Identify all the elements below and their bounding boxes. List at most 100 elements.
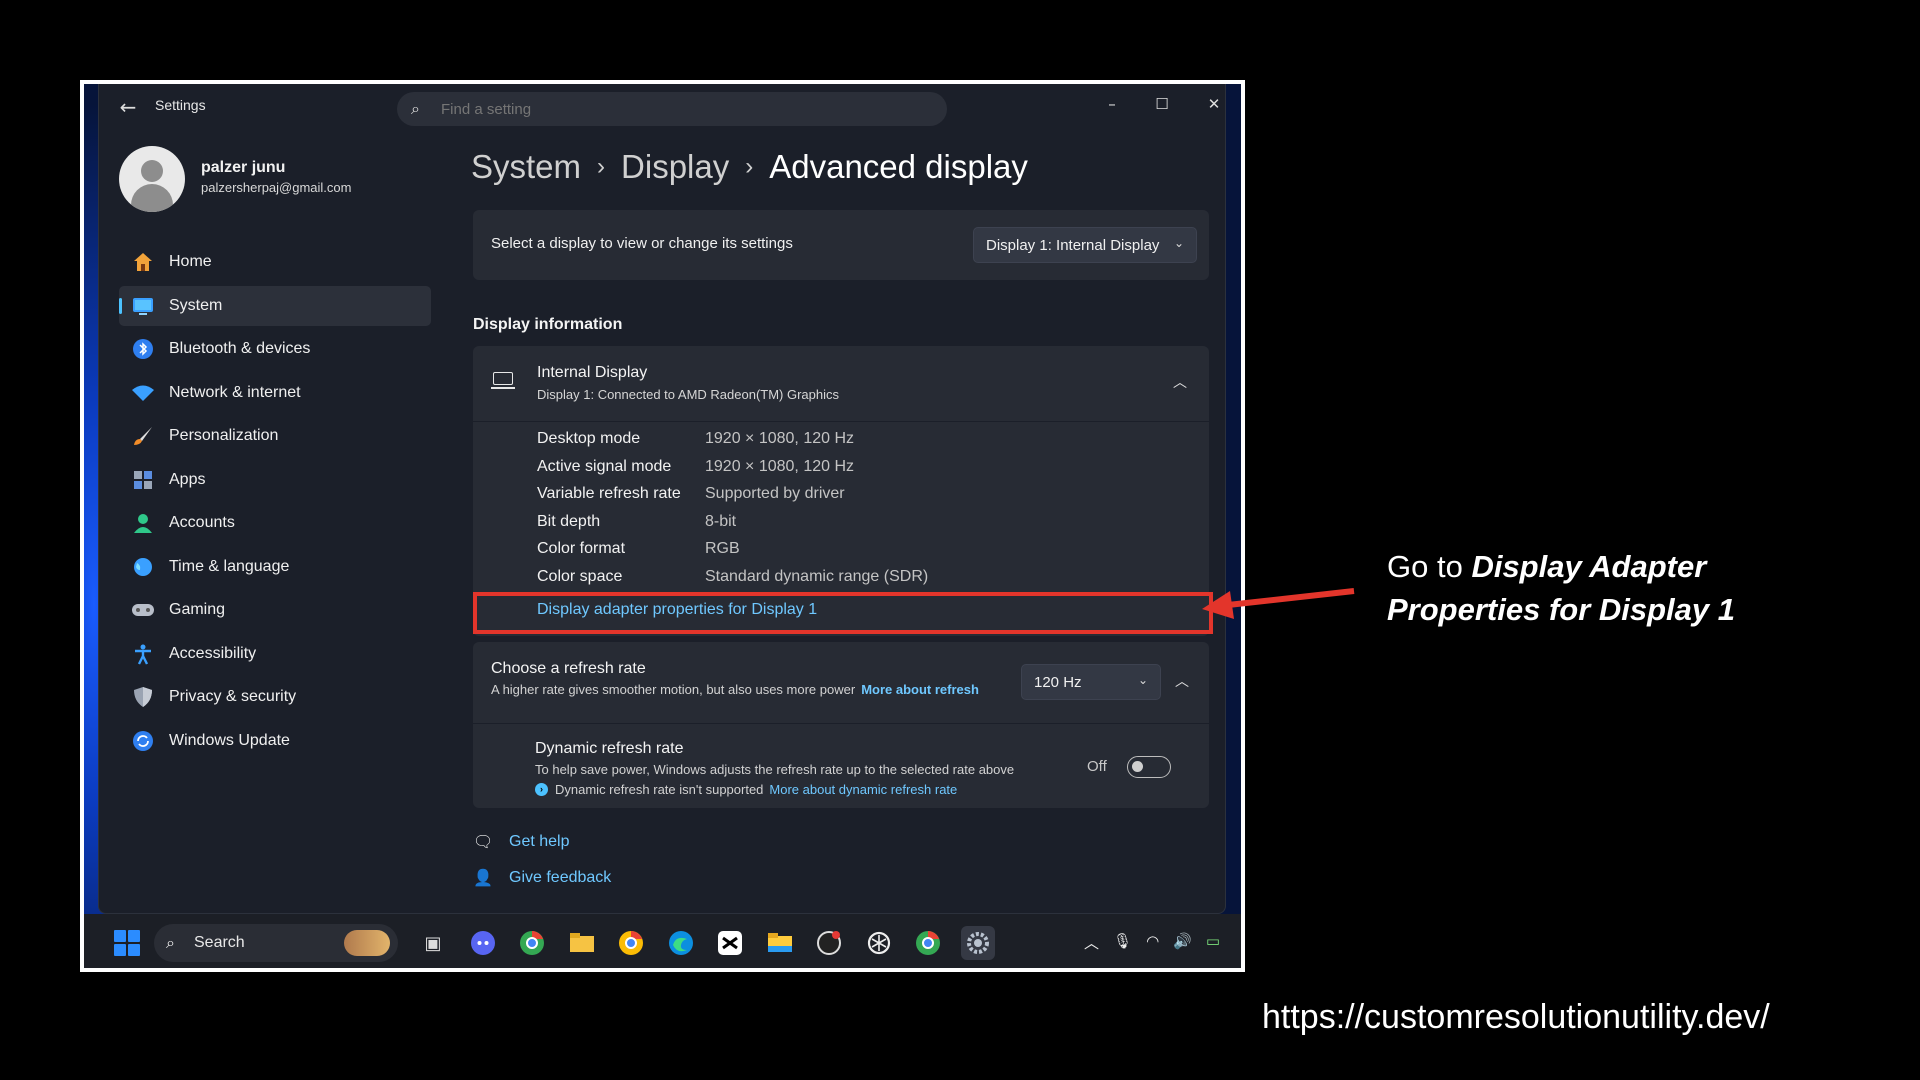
sidebar-item-network[interactable]: Network & internet xyxy=(119,373,431,413)
sidebar-item-label: Gaming xyxy=(169,601,226,618)
refresh-rate-value: 120 Hz xyxy=(1034,673,1082,691)
annotation-prefix: Go to xyxy=(1387,549,1472,584)
breadcrumb-system[interactable]: System xyxy=(471,148,581,185)
microphone-icon[interactable]: 🎙 xyxy=(1113,932,1132,953)
maximize-button[interactable]: ☐ xyxy=(1139,90,1185,118)
folder-icon[interactable] xyxy=(565,926,599,960)
get-help-link[interactable]: 🗨 Get help xyxy=(473,832,569,852)
system-tray: ︿ 🎙 ◠ 🔊 ▭ xyxy=(1084,932,1234,953)
refresh-rate-title: Choose a refresh rate xyxy=(491,660,646,677)
sidebar-item-privacy[interactable]: Privacy & security xyxy=(119,677,431,717)
info-key: Desktop mode xyxy=(537,430,641,447)
title-bar: ← Settings ⌕ – ☐ ✕ xyxy=(99,84,1225,130)
display-connection: Display 1: Connected to AMD Radeon(TM) G… xyxy=(537,387,840,402)
chevron-right-icon: › xyxy=(597,153,606,180)
chevron-up-icon[interactable]: ︿ xyxy=(1084,932,1099,953)
sidebar-item-windows-update[interactable]: Windows Update xyxy=(119,721,431,761)
settings-search[interactable]: ⌕ xyxy=(397,92,947,126)
info-key: Color format xyxy=(537,540,626,557)
chrome-icon[interactable] xyxy=(515,926,549,960)
display-name: Internal Display xyxy=(537,364,648,381)
sidebar-item-bluetooth[interactable]: Bluetooth & devices xyxy=(119,329,431,369)
feedback-icon: 👤 xyxy=(473,870,493,887)
display-dropdown[interactable]: Display 1: Internal Display ⌄ xyxy=(973,227,1197,263)
back-button[interactable]: ← xyxy=(115,94,141,120)
globe-icon xyxy=(131,555,155,579)
sidebar-item-apps[interactable]: Apps xyxy=(119,460,431,500)
search-icon: ⌕ xyxy=(411,99,420,118)
profile-name: palzer junu xyxy=(201,159,286,176)
battery-icon[interactable]: ▭ xyxy=(1206,932,1220,953)
minimize-button[interactable]: – xyxy=(1089,90,1135,118)
chatgpt-icon[interactable] xyxy=(862,926,896,960)
refresh-rate-dropdown[interactable]: 120 Hz ⌄ xyxy=(1021,664,1161,700)
sidebar-item-accessibility[interactable]: Accessibility xyxy=(119,634,431,674)
info-value: 1920 × 1080, 120 Hz xyxy=(705,457,855,475)
app-title: Settings xyxy=(155,97,206,113)
settings-app-icon[interactable] xyxy=(960,926,995,960)
refresh-rate-card: Choose a refresh rate A higher rate give… xyxy=(473,642,1209,724)
home-icon xyxy=(131,250,155,274)
sidebar-item-time-language[interactable]: Time & language xyxy=(119,547,431,587)
profile-email: palzersherpaj@gmail.com xyxy=(201,180,352,195)
chevron-down-icon: ⌄ xyxy=(1173,236,1184,250)
task-view-icon[interactable]: ▣ xyxy=(416,926,450,960)
info-key: Bit depth xyxy=(537,512,601,530)
avatar[interactable] xyxy=(119,146,185,212)
capcut-icon[interactable] xyxy=(713,926,747,960)
display-select-card: Select a display to view or change its s… xyxy=(473,210,1209,280)
annotation-text: Go to Display Adapter Properties for Dis… xyxy=(1387,545,1807,631)
chrome-icon[interactable] xyxy=(614,926,648,960)
sidebar-item-label: Accounts xyxy=(169,514,235,531)
accessibility-icon xyxy=(131,642,155,666)
dynamic-refresh-toggle[interactable] xyxy=(1127,756,1171,778)
annotation-arrow xyxy=(1202,588,1355,619)
more-about-dynamic-refresh-link[interactable]: More about dynamic refresh rate xyxy=(769,782,957,797)
taskbar-search[interactable]: ⌕ Search xyxy=(154,924,398,962)
info-row: Bit depth 8-bit xyxy=(537,513,928,541)
display-info-rows: Desktop mode 1920 × 1080, 120 Hz Active s… xyxy=(537,430,928,595)
info-row: Active signal mode 1920 × 1080, 120 Hz xyxy=(537,458,928,486)
give-feedback-label: Give feedback xyxy=(509,869,612,886)
chevron-up-icon[interactable]: ︿ xyxy=(1173,372,1187,392)
sidebar-item-gaming[interactable]: Gaming xyxy=(119,590,431,630)
wifi-icon[interactable]: ◠ xyxy=(1146,932,1159,953)
sidebar-item-label: Windows Update xyxy=(169,731,290,749)
refresh-rate-subtitle: A higher rate gives smoother motion, but… xyxy=(491,682,856,697)
display-dropdown-value: Display 1: Internal Display xyxy=(986,236,1160,254)
breadcrumb-display[interactable]: Display xyxy=(621,148,729,185)
display-info-header[interactable]: Internal Display Display 1: Connected to… xyxy=(473,346,1209,422)
give-feedback-link[interactable]: 👤 Give feedback xyxy=(473,868,611,888)
edge-icon[interactable] xyxy=(664,926,698,960)
search-icon: ⌕ xyxy=(166,933,175,952)
more-about-refresh-link[interactable]: More about refresh xyxy=(861,682,979,697)
page-title: Advanced display xyxy=(769,148,1028,185)
sidebar-item-accounts[interactable]: Accounts xyxy=(119,503,431,543)
toggle-state-label: Off xyxy=(1087,758,1107,775)
file-explorer-icon[interactable] xyxy=(763,926,797,960)
sidebar-item-system[interactable]: System xyxy=(119,285,431,326)
settings-search-input[interactable] xyxy=(441,98,921,120)
discord-icon[interactable] xyxy=(466,926,500,960)
settings-window: ← Settings ⌕ – ☐ ✕ palzer junu palzershe… xyxy=(98,84,1226,914)
sidebar-item-label: Network & internet xyxy=(169,383,301,401)
sidebar-item-label: Personalization xyxy=(169,427,279,444)
bluetooth-icon xyxy=(131,337,155,361)
info-key: Color space xyxy=(537,567,623,585)
search-highlight-image xyxy=(344,930,390,956)
game-app-icon[interactable] xyxy=(812,926,846,960)
display-select-label: Select a display to view or change its s… xyxy=(491,235,793,252)
close-button[interactable]: ✕ xyxy=(1191,90,1237,118)
sidebar-item-label: Bluetooth & devices xyxy=(169,340,311,357)
refresh-rate-description: A higher rate gives smoother motion, but… xyxy=(491,682,979,697)
chrome-icon[interactable] xyxy=(911,926,945,960)
info-value: 1920 × 1080, 120 Hz xyxy=(705,430,855,447)
volume-icon[interactable]: 🔊 xyxy=(1173,932,1192,953)
section-title-display-information: Display information xyxy=(473,316,623,333)
sidebar-item-home[interactable]: Home xyxy=(119,242,431,282)
start-button[interactable] xyxy=(114,930,140,956)
dynamic-refresh-title: Dynamic refresh rate xyxy=(535,740,684,757)
sidebar-item-label: Home xyxy=(169,253,212,270)
chevron-up-icon[interactable]: ︿ xyxy=(1175,671,1189,691)
sidebar-item-personalization[interactable]: Personalization xyxy=(119,416,431,456)
